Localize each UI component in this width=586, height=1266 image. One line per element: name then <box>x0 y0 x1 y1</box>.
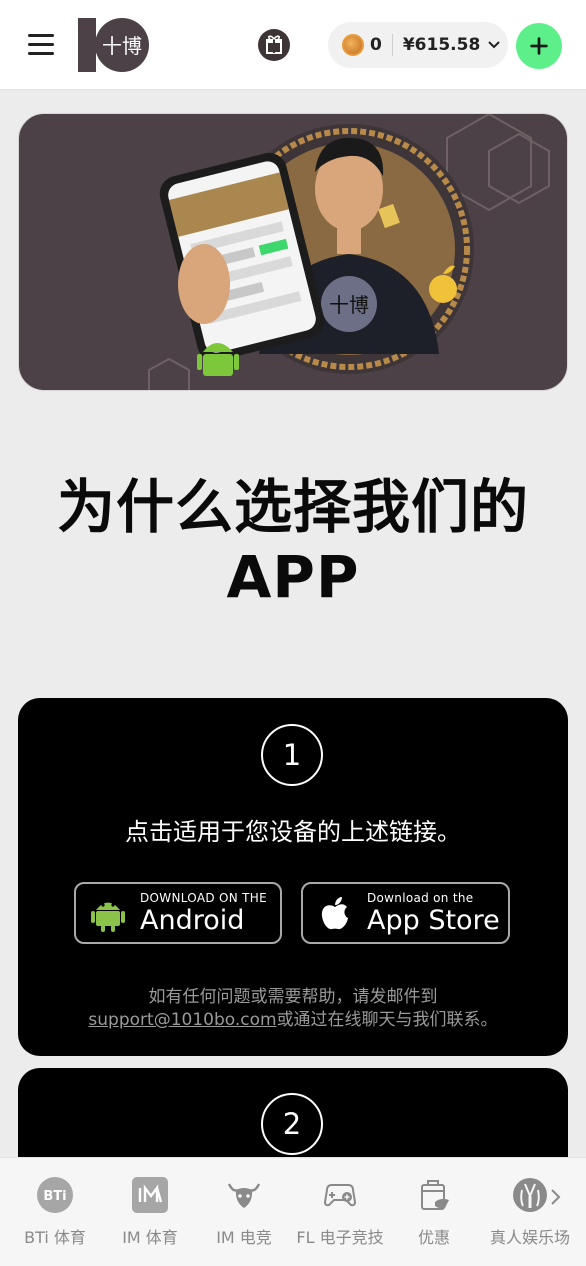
apple-icon <box>321 897 348 930</box>
download-app-store-button[interactable]: Download on the App Store <box>301 882 510 944</box>
hamburger-menu-icon[interactable] <box>28 34 56 56</box>
wallet-balance[interactable]: 0 ¥615.58 <box>328 22 508 68</box>
nav-label: IM 体育 <box>122 1228 178 1247</box>
nav-label: BTi 体育 <box>24 1228 86 1247</box>
android-big-label: Android <box>140 905 245 936</box>
title-line-2: APP <box>226 543 360 611</box>
chevron-right-icon[interactable] <box>548 1186 564 1208</box>
step-instruction: 点击适用于您设备的上述链接。 <box>125 818 461 846</box>
nav-label: 真人娱乐场 <box>489 1228 570 1247</box>
step-card-1: 1 点击适用于您设备的上述链接。 DOWNLOAD ON THE Android… <box>18 698 568 1056</box>
help-line-2: 或通过在线聊天与我们联系。 <box>276 1010 498 1030</box>
nav-label: FL 电子竞技 <box>296 1228 384 1247</box>
balance-amount: ¥615.58 <box>402 35 481 55</box>
deposit-add-button[interactable] <box>516 23 562 69</box>
title-line-1: 为什么选择我们的 <box>56 473 529 541</box>
android-small-label: DOWNLOAD ON THE <box>140 891 267 905</box>
gift-icon[interactable] <box>258 29 290 61</box>
shirt-logo-text: 十博 <box>329 293 369 317</box>
bull-icon <box>225 1176 263 1214</box>
step-number-badge: 1 <box>261 724 323 786</box>
top-header: 十博 0 ¥615.58 <box>0 0 586 90</box>
nav-label: 优惠 <box>417 1228 450 1247</box>
apple-big-label: App Store <box>367 905 500 936</box>
nav-item-fl-esports[interactable]: FL 电子竞技 <box>294 1176 386 1248</box>
apple-small-label: Download on the <box>367 891 474 905</box>
support-email-link[interactable]: support@1010bo.com <box>88 1010 276 1030</box>
bottom-nav: BTi BTi 体育 IM 体育 IM 电竞 FL 电子竞技 优惠 真人娱乐场 <box>0 1157 586 1266</box>
page-title: 为什么选择我们的 APP <box>0 472 586 612</box>
step-number-badge: 2 <box>261 1093 323 1155</box>
live-casino-icon <box>511 1176 549 1214</box>
svg-text:BTi: BTi <box>43 1189 66 1204</box>
download-android-button[interactable]: DOWNLOAD ON THE Android <box>74 882 282 944</box>
help-line-1: 如有任何问题或需要帮助，请发邮件到 <box>148 987 438 1007</box>
chevron-down-icon[interactable] <box>486 37 502 53</box>
coin-icon <box>342 34 364 56</box>
site-logo[interactable]: 十博 <box>78 18 150 72</box>
gamepad-icon <box>321 1176 359 1214</box>
nav-label: IM 电竞 <box>216 1228 272 1247</box>
wallet-divider <box>391 34 393 56</box>
android-icon <box>91 902 125 932</box>
bti-icon: BTi <box>36 1176 74 1214</box>
im-sports-icon <box>131 1176 169 1214</box>
nav-item-im-sports[interactable]: IM 体育 <box>104 1176 196 1248</box>
coin-count: 0 <box>370 35 382 55</box>
nav-item-bti-sports[interactable]: BTi BTi 体育 <box>9 1176 101 1248</box>
logo-text: 十博 <box>102 34 142 58</box>
help-text: 如有任何问题或需要帮助，请发邮件到 support@1010bo.com或通过在… <box>18 986 568 1032</box>
nav-item-im-esports[interactable]: IM 电竞 <box>198 1176 290 1248</box>
promo-icon <box>415 1176 453 1214</box>
app-promo-banner[interactable]: 十博 <box>18 113 568 391</box>
nav-item-promotions[interactable]: 优惠 <box>388 1176 480 1248</box>
plus-icon <box>530 37 548 55</box>
